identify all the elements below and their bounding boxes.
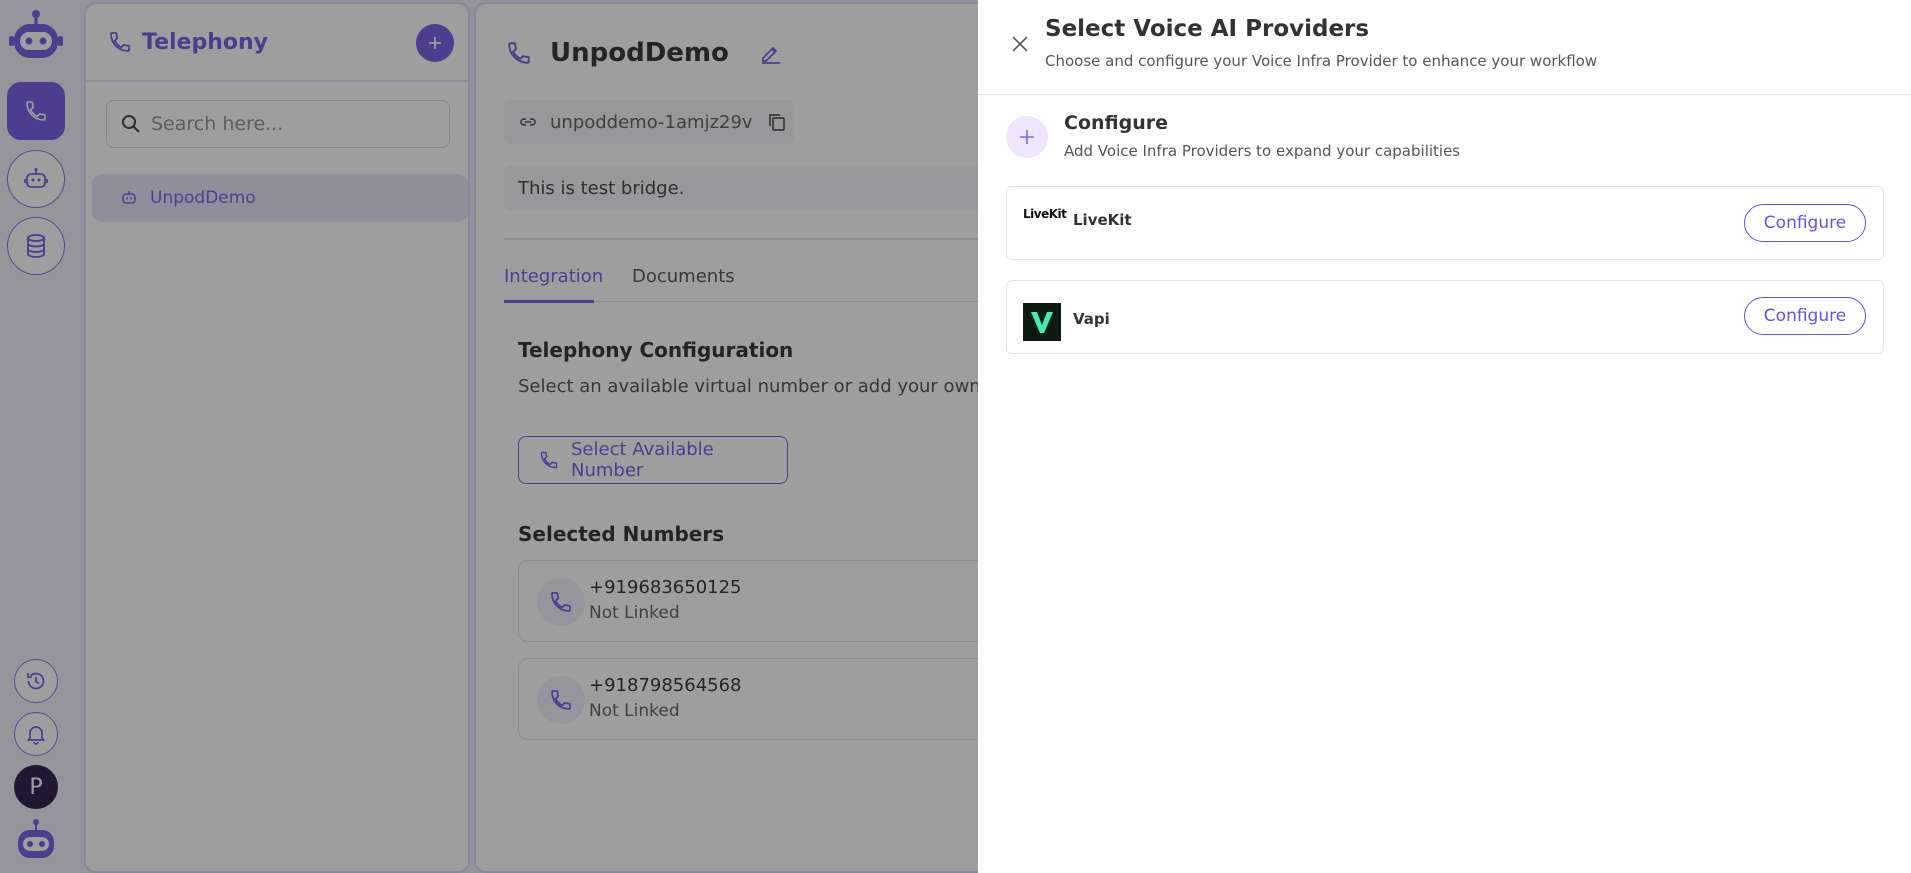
drawer-subtitle: Choose and configure your Voice Infra Pr… (1045, 52, 1598, 70)
voice-providers-drawer: Select Voice AI Providers Choose and con… (978, 0, 1911, 873)
configure-subtitle: Add Voice Infra Providers to expand your… (1064, 142, 1461, 160)
drawer-header: Select Voice AI Providers Choose and con… (978, 0, 1911, 95)
drawer-title: Select Voice AI Providers (1045, 16, 1370, 42)
close-icon[interactable] (1010, 34, 1030, 54)
livekit-logo: LiveKit (1023, 207, 1067, 221)
provider-card-vapi: Vapi Configure (1006, 280, 1884, 354)
provider-card-livekit: LiveKit LiveKit Configure (1006, 186, 1884, 260)
add-provider-button[interactable] (1006, 116, 1048, 158)
configure-livekit-button[interactable]: Configure (1744, 204, 1866, 242)
configure-vapi-button[interactable]: Configure (1744, 297, 1866, 335)
vapi-logo-icon (1023, 303, 1061, 341)
plus-icon (1018, 128, 1036, 146)
configure-title: Configure (1064, 112, 1168, 134)
provider-name: LiveKit (1073, 211, 1132, 229)
provider-name: Vapi (1073, 310, 1110, 328)
modal-backdrop[interactable] (0, 0, 978, 873)
